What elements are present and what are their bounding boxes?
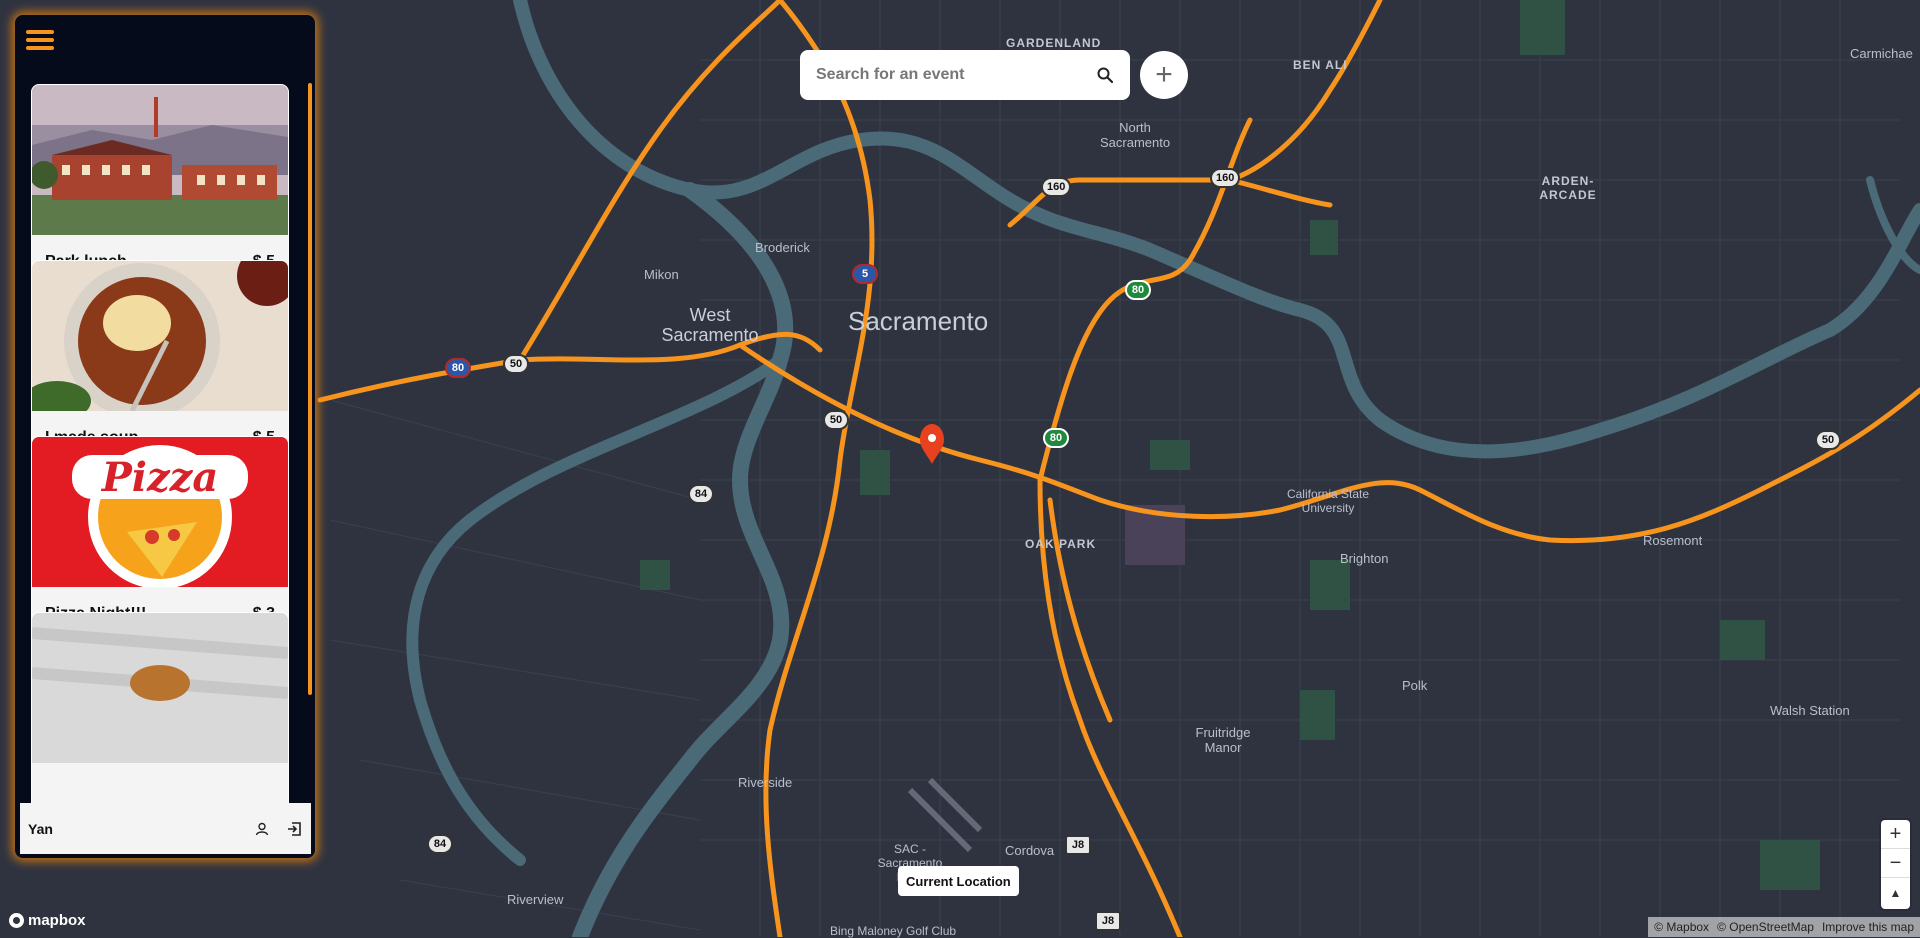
place-ben-ali: BEN ALI bbox=[1293, 58, 1348, 72]
place-rosemont: Rosemont bbox=[1643, 533, 1703, 548]
shield-sr160-west: 160 bbox=[1041, 177, 1072, 197]
shield-i80-bus-north: 80 bbox=[1125, 280, 1151, 300]
zoom-in-button[interactable]: + bbox=[1881, 820, 1910, 849]
svg-text:Pizza: Pizza bbox=[101, 454, 219, 501]
place-polk: Polk bbox=[1402, 678, 1428, 693]
place-broderick: Broderick bbox=[755, 240, 810, 255]
menu-icon[interactable] bbox=[24, 24, 56, 56]
place-cordova: Cordova bbox=[1005, 843, 1055, 858]
search-input[interactable] bbox=[814, 65, 1094, 85]
shield-j8-south: J8 bbox=[1095, 911, 1121, 931]
shield-sr84-north: 84 bbox=[688, 484, 714, 504]
shield-i5: 5 bbox=[852, 264, 878, 284]
place-riverview: Riverview bbox=[507, 892, 564, 907]
place-mikon: Mikon bbox=[644, 267, 679, 282]
attribution-mapbox-link[interactable]: © Mapbox bbox=[1654, 920, 1709, 934]
place-sacramento: Sacramento bbox=[848, 306, 989, 336]
place-golf-club: Bing Maloney Golf Club bbox=[830, 924, 957, 938]
place-gardenland: GARDENLAND bbox=[1006, 36, 1102, 50]
add-event-button[interactable]: + bbox=[1140, 51, 1188, 99]
mapbox-logo-icon bbox=[9, 913, 24, 928]
event-card[interactable]: I made soup. $ 5 bbox=[31, 260, 289, 464]
shield-i80-west: 80 bbox=[445, 358, 471, 378]
search-icon[interactable] bbox=[1094, 64, 1116, 86]
place-west-sacramento: West Sacramento bbox=[661, 305, 759, 345]
shield-us50-east: 50 bbox=[1815, 430, 1841, 450]
user-icon[interactable] bbox=[253, 820, 271, 838]
place-walsh-station: Walsh Station bbox=[1770, 703, 1850, 718]
shield-sr160-east: 160 bbox=[1210, 168, 1241, 188]
user-name: Yan bbox=[28, 820, 53, 837]
mapbox-logo[interactable]: mapbox bbox=[8, 912, 86, 929]
attribution-osm-link[interactable]: © OpenStreetMap bbox=[1717, 920, 1814, 934]
sidebar-scrollbar[interactable] bbox=[308, 83, 312, 695]
place-oak-park: OAK PARK bbox=[1025, 537, 1097, 551]
place-arden-arcade: ARDEN-ARCADE bbox=[1539, 174, 1597, 202]
map-nav-controls: + − ▲ bbox=[1881, 820, 1910, 909]
place-csu: California State University bbox=[1286, 487, 1370, 515]
food-photo bbox=[32, 613, 288, 763]
shield-us50-west: 50 bbox=[503, 354, 529, 374]
shield-sr84-south: 84 bbox=[427, 834, 453, 854]
place-fruitridge-manor: Fruitridge Manor bbox=[1195, 725, 1251, 755]
compass-button[interactable]: ▲ bbox=[1881, 878, 1910, 907]
place-brighton: Brighton bbox=[1340, 551, 1389, 566]
place-carmichael: Carmichae bbox=[1850, 46, 1913, 61]
logout-icon[interactable] bbox=[285, 820, 303, 838]
user-bar: Yan bbox=[20, 803, 311, 854]
event-card[interactable] bbox=[31, 612, 289, 816]
soup-bowl-photo bbox=[32, 261, 288, 411]
current-location-popup: Current Location bbox=[898, 866, 1019, 896]
event-search-bar bbox=[800, 50, 1130, 100]
mapbox-logo-text: mapbox bbox=[28, 912, 86, 929]
shield-us50-center: 50 bbox=[823, 410, 849, 430]
pizza-logo-image: Pizza bbox=[32, 437, 288, 587]
sidebar: Park lunch $ 5 I made soup. $ 5 bbox=[15, 15, 315, 858]
event-card[interactable]: Park lunch $ 5 bbox=[31, 84, 289, 288]
event-card[interactable]: Pizza Pizza Night!!! $ 3 bbox=[31, 436, 289, 640]
improve-map-link[interactable]: Improve this map bbox=[1822, 920, 1914, 934]
park-building-photo bbox=[32, 85, 288, 235]
shield-i80-bus-south: 80 bbox=[1043, 428, 1069, 448]
shield-j8-north: J8 bbox=[1065, 835, 1091, 855]
map-attribution: © Mapbox © OpenStreetMap Improve this ma… bbox=[1648, 917, 1920, 937]
zoom-out-button[interactable]: − bbox=[1881, 849, 1910, 878]
place-north-sacramento: North Sacramento bbox=[1100, 120, 1171, 150]
place-riverside: Riverside bbox=[738, 775, 793, 790]
